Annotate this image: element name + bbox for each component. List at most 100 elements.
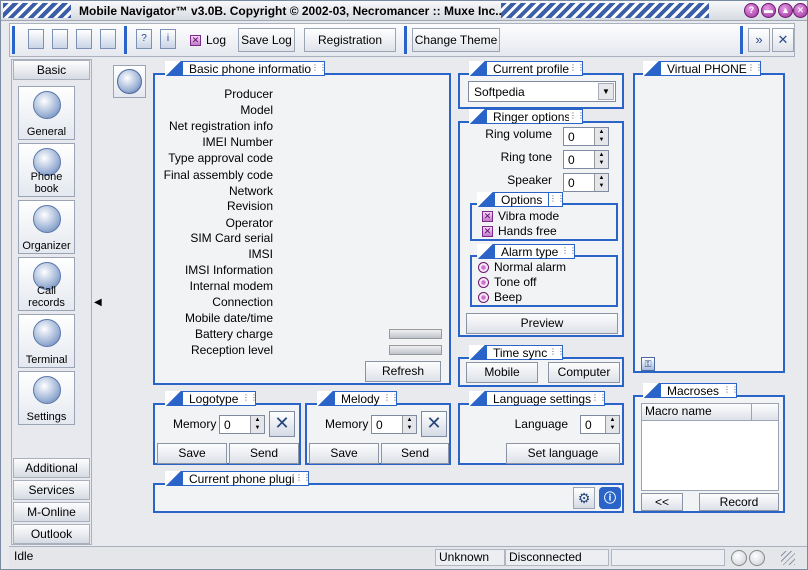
main-window: Mobile Navigator™ v3.0B. Copyright © 200… bbox=[0, 0, 808, 570]
field-label: Connection bbox=[212, 295, 273, 309]
grip-icon: ⋮⋮ bbox=[747, 61, 763, 76]
toolbar-separator bbox=[124, 26, 127, 54]
tab-m-online[interactable]: M-Online bbox=[13, 502, 90, 522]
ringer-options-panel: Ring volume 0 ▲ ▼ Ring tone 0 ▲ ▼ Speaker 0 ▲… bbox=[458, 121, 624, 337]
preview-button[interactable]: Preview bbox=[466, 313, 618, 334]
sync-computer-button[interactable]: Computer bbox=[548, 362, 620, 383]
status-bar: Idle Unknown Disconnected bbox=[9, 546, 807, 568]
field-label: Internal modem bbox=[189, 279, 273, 293]
plugin-info-icon[interactable]: ⓘ bbox=[599, 487, 621, 509]
field-label: Reception level bbox=[190, 343, 273, 357]
melody-save-button[interactable]: Save bbox=[309, 443, 379, 464]
melody-memory-value: 0 bbox=[376, 418, 383, 432]
logotype-memory-value: 0 bbox=[224, 418, 231, 432]
current-profile-title-text: Current profile bbox=[487, 61, 577, 76]
nav-item-phone-book[interactable]: Phone book bbox=[18, 143, 75, 197]
help-icon[interactable]: ? bbox=[136, 29, 152, 49]
options-title: Options ⋮⋮ bbox=[477, 192, 569, 207]
stepper-arrows-icon[interactable]: ▲ ▼ bbox=[605, 416, 619, 433]
normal-alarm-radio[interactable] bbox=[478, 262, 489, 273]
toolbar-separator bbox=[740, 26, 743, 54]
language-stepper[interactable]: 0 ▲ ▼ bbox=[580, 415, 620, 434]
tools-icon[interactable]: ✕ bbox=[269, 411, 295, 437]
log-checkbox[interactable]: ✕ bbox=[190, 35, 201, 46]
status-led-icon bbox=[749, 550, 765, 566]
tab-outlook[interactable]: Outlook bbox=[13, 524, 90, 544]
title-decoration-right bbox=[501, 3, 709, 18]
stepper-arrows-icon[interactable]: ▲ ▼ bbox=[402, 416, 416, 433]
ring-tone-stepper[interactable]: 0 ▲ ▼ bbox=[563, 150, 609, 169]
field-label: Final assembly code bbox=[163, 168, 273, 182]
toolbar: ? i ✕ Log Save Log Registration Change T… bbox=[9, 23, 795, 57]
collapse-nav-icon[interactable]: ◀ bbox=[94, 297, 102, 308]
melody-memory-stepper[interactable]: 0 ▲ ▼ bbox=[371, 415, 417, 434]
macro-list[interactable]: Macro name bbox=[641, 403, 779, 491]
melody-panel: Memory 0 ▲ ▼ ✕ Save Send bbox=[305, 403, 451, 465]
tab-basic[interactable]: Basic bbox=[13, 60, 90, 80]
stepper-arrows-icon[interactable]: ▲ ▼ bbox=[250, 416, 264, 433]
macro-back-button[interactable]: << bbox=[641, 493, 683, 511]
tools-icon[interactable]: ✕ bbox=[421, 411, 447, 437]
macro-record-button[interactable]: Record bbox=[699, 493, 779, 511]
change-theme-button[interactable]: Change Theme bbox=[412, 28, 500, 52]
stepper-arrows-icon[interactable]: ▲ ▼ bbox=[594, 174, 608, 191]
key-icon[interactable]: ⚿ bbox=[641, 357, 655, 371]
collapse-toolbar-icon[interactable]: » bbox=[748, 28, 770, 52]
speaker-stepper[interactable]: 0 ▲ ▼ bbox=[563, 173, 609, 192]
grip-icon: ⋮⋮ bbox=[561, 244, 577, 259]
logotype-send-button[interactable]: Send bbox=[229, 443, 299, 464]
alarm-type-title: Alarm type ⋮⋮ bbox=[477, 244, 577, 259]
refresh-button[interactable]: Refresh bbox=[365, 361, 441, 382]
tab-services[interactable]: Services bbox=[13, 480, 90, 500]
set-language-button[interactable]: Set language bbox=[506, 443, 620, 464]
macro-name-header[interactable]: Macro name bbox=[642, 404, 752, 421]
title-bar[interactable]: Mobile Navigator™ v3.0B. Copyright © 200… bbox=[1, 1, 808, 21]
vibra-mode-label: Vibra mode bbox=[498, 209, 560, 223]
sync-mobile-button[interactable]: Mobile bbox=[466, 362, 538, 383]
nav-item-settings[interactable]: Settings bbox=[18, 371, 75, 425]
minimize-icon[interactable]: ▬ bbox=[761, 3, 776, 18]
resize-grip-icon[interactable] bbox=[781, 551, 795, 565]
nav-item-terminal[interactable]: Terminal bbox=[18, 314, 75, 368]
general-page-globe-icon bbox=[113, 65, 146, 98]
logotype-save-button[interactable]: Save bbox=[157, 443, 227, 464]
info-icon[interactable]: i bbox=[160, 29, 176, 49]
registration-button[interactable]: Registration bbox=[304, 28, 396, 52]
save-file-icon[interactable] bbox=[76, 29, 92, 49]
maximize-icon[interactable]: ▲ bbox=[778, 3, 793, 18]
nav-item-call-records[interactable]: Call records bbox=[18, 257, 75, 311]
nav-item-label: General bbox=[26, 126, 67, 138]
ring-volume-stepper[interactable]: 0 ▲ ▼ bbox=[563, 127, 609, 146]
save-log-button[interactable]: Save Log bbox=[238, 28, 295, 52]
close-toolbar-icon[interactable]: ✕ bbox=[772, 28, 794, 52]
beep-radio[interactable] bbox=[478, 292, 489, 303]
nav-item-organizer[interactable]: Organizer bbox=[18, 200, 75, 254]
close-window-icon[interactable]: ✕ bbox=[793, 3, 808, 18]
virtual-phone-panel: ⚿ bbox=[633, 73, 785, 373]
field-label: IMSI Information bbox=[184, 263, 273, 277]
melody-send-button[interactable]: Send bbox=[381, 443, 449, 464]
field-label: IMEI Number bbox=[202, 135, 273, 149]
logotype-memory-stepper[interactable]: 0 ▲ ▼ bbox=[219, 415, 265, 434]
profile-select[interactable]: Softpedia ▼ bbox=[468, 81, 616, 102]
plugin-tools-icon[interactable]: ⚙ bbox=[573, 487, 595, 509]
nav-item-label: Organizer bbox=[22, 240, 71, 252]
new-file-icon[interactable] bbox=[28, 29, 44, 49]
vibra-mode-checkbox[interactable]: ✕ bbox=[482, 211, 493, 222]
help-window-icon[interactable]: ? bbox=[744, 3, 759, 18]
window-title: Mobile Navigator™ v3.0B. Copyright © 200… bbox=[79, 4, 506, 18]
macro-extra-header[interactable] bbox=[752, 404, 778, 421]
status-unknown: Unknown bbox=[435, 549, 505, 566]
speaker-label: Speaker bbox=[507, 173, 552, 187]
stepper-arrows-icon[interactable]: ▲ ▼ bbox=[594, 128, 608, 145]
save-all-icon[interactable] bbox=[100, 29, 116, 49]
stepper-arrows-icon[interactable]: ▲ ▼ bbox=[594, 151, 608, 168]
tone-off-radio[interactable] bbox=[478, 277, 489, 288]
chevron-down-icon[interactable]: ▼ bbox=[598, 83, 614, 100]
logotype-memory-label: Memory bbox=[173, 417, 217, 431]
hands-free-checkbox[interactable]: ✕ bbox=[482, 226, 493, 237]
open-file-icon[interactable] bbox=[52, 29, 68, 49]
nav-item-general[interactable]: General bbox=[18, 86, 75, 140]
basic-info-title: Basic phone information ⋮⋮ bbox=[165, 61, 330, 76]
tab-additional[interactable]: Additional bbox=[13, 458, 90, 478]
